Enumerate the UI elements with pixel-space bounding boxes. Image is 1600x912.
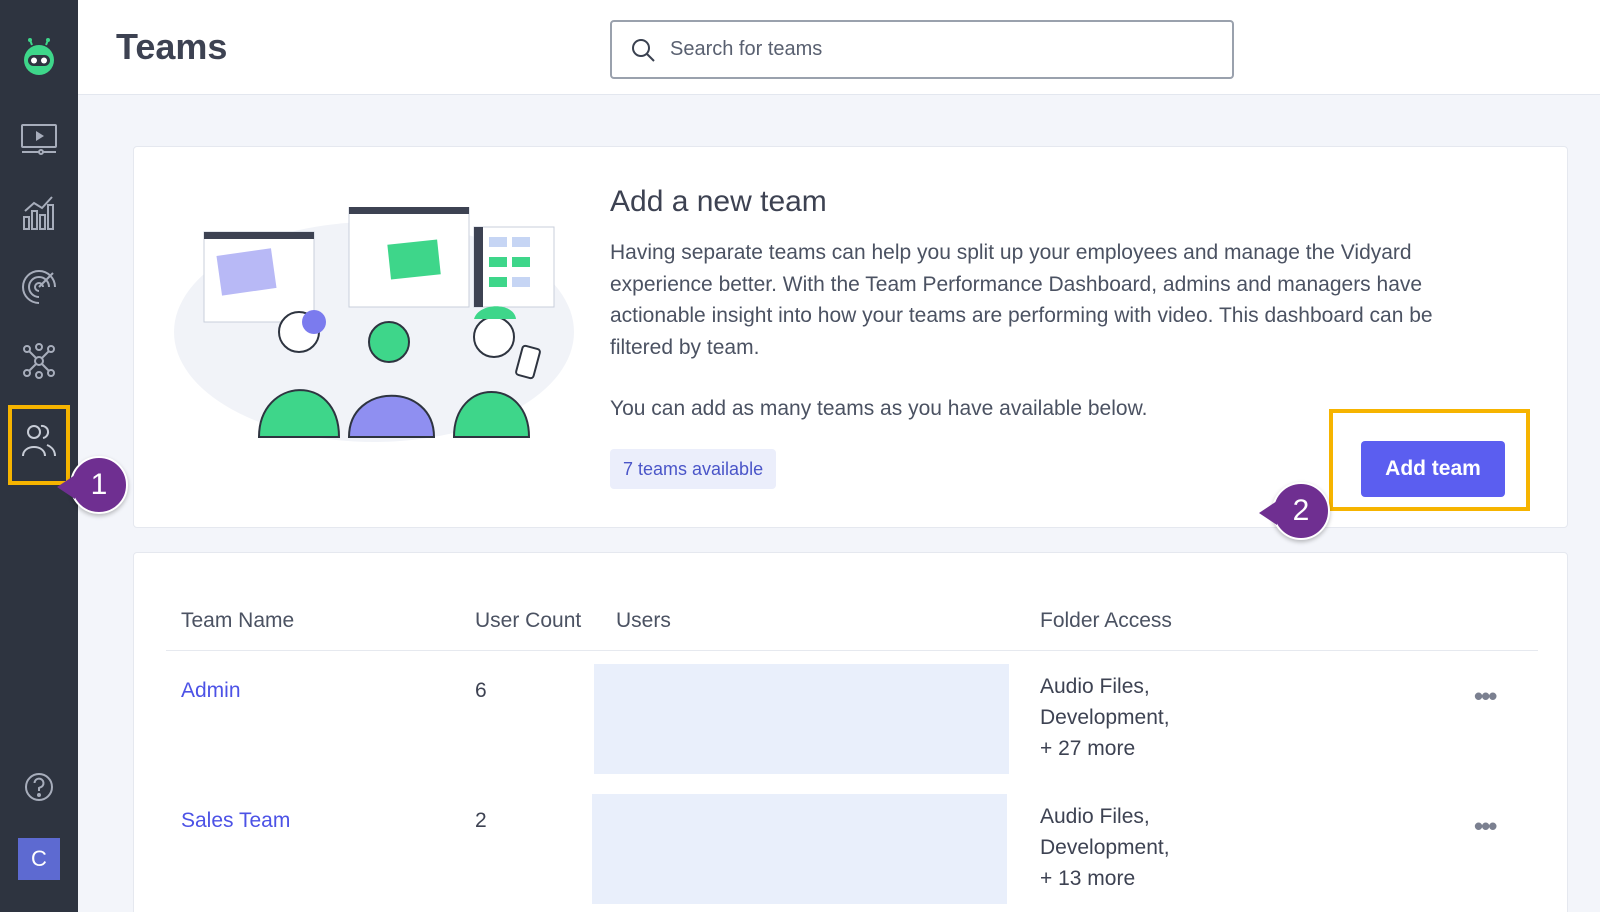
- folder-access-more: + 13 more: [1040, 867, 1136, 890]
- teams-highlight: [8, 405, 70, 485]
- row-more-options-button[interactable]: •••: [1474, 811, 1497, 842]
- table-row: Sales Team 2 Audio Files, Development, +…: [134, 781, 1569, 906]
- sidebar-item-integrations[interactable]: [10, 332, 68, 390]
- sidebar-item-help[interactable]: [10, 758, 68, 816]
- team-name-link[interactable]: Sales Team: [181, 809, 290, 833]
- callout-step-1: 1: [57, 456, 128, 514]
- column-header-folder-access: Folder Access: [1040, 609, 1172, 632]
- sidebar-item-engagement[interactable]: [10, 258, 68, 316]
- users-cell: [594, 664, 1009, 774]
- add-team-card: Add a new team Having separate teams can…: [133, 146, 1568, 528]
- folder-access-line: Development,: [1040, 836, 1170, 859]
- table-row: Admin 6 Audio Files, Development, + 27 m…: [134, 651, 1569, 776]
- folder-access-line: Development,: [1040, 706, 1170, 729]
- network-icon: [23, 343, 55, 379]
- team-name-link[interactable]: Admin: [181, 679, 241, 703]
- sidebar-item-videos[interactable]: [10, 110, 68, 168]
- folder-access-more: + 27 more: [1040, 737, 1136, 760]
- bar-chart-icon: [23, 196, 54, 230]
- folder-access-line: Audio Files,: [1040, 675, 1150, 698]
- add-team-button[interactable]: Add team: [1361, 441, 1505, 497]
- search-icon: [632, 38, 655, 62]
- page-title: Teams: [116, 26, 228, 67]
- search-input[interactable]: [670, 38, 1210, 61]
- folder-access: Audio Files, Development, + 27 more: [1040, 671, 1170, 764]
- column-header-team-name: Team Name: [181, 609, 295, 632]
- add-team-description: Having separate teams can help you split…: [610, 241, 1433, 359]
- help-icon: [25, 773, 53, 801]
- robot-logo-icon: [24, 38, 54, 75]
- users-cell: [592, 794, 1007, 904]
- user-count: 6: [475, 679, 487, 702]
- teams-table: Team Name User Count Users Folder Access…: [133, 552, 1568, 912]
- column-header-users: Users: [616, 609, 671, 632]
- column-header-user-count: User Count: [475, 609, 582, 632]
- row-more-options-button[interactable]: •••: [1474, 681, 1497, 712]
- video-library-icon: [21, 124, 57, 155]
- sidebar-nav: C: [0, 0, 78, 912]
- folder-access-line: Audio Files,: [1040, 805, 1150, 828]
- team-illustration: [174, 207, 574, 442]
- target-icon: [22, 270, 56, 304]
- user-avatar[interactable]: C: [18, 838, 60, 880]
- folder-access: Audio Files, Development, + 13 more: [1040, 801, 1170, 894]
- page-header: Teams: [78, 0, 1600, 95]
- user-count: 2: [475, 809, 487, 832]
- search-box[interactable]: [610, 20, 1234, 79]
- callout-step-2: 2: [1259, 482, 1330, 540]
- vidyard-logo[interactable]: [10, 28, 68, 86]
- add-team-title: Add a new team: [610, 185, 827, 218]
- teams-available-badge: 7 teams available: [610, 449, 777, 489]
- sidebar-item-analytics[interactable]: [10, 184, 68, 242]
